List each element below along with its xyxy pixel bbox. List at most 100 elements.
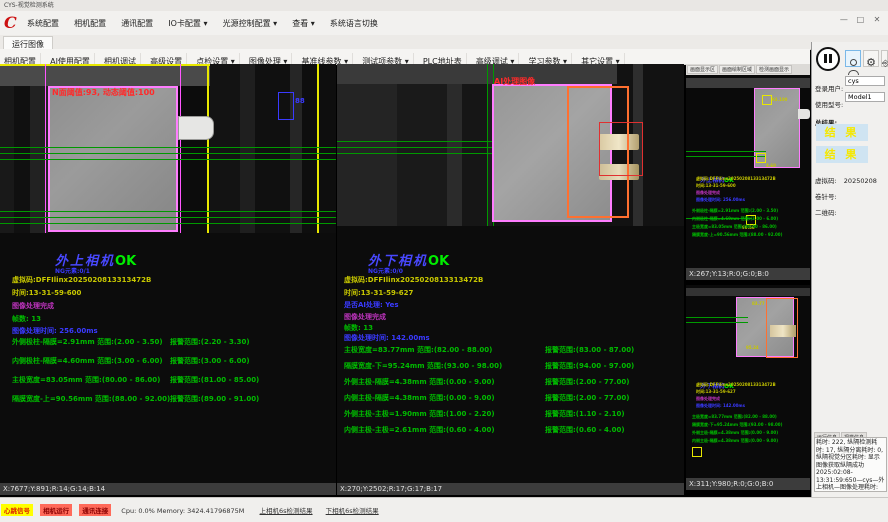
menu-language-switch[interactable]: 系统语言切换	[325, 11, 383, 29]
roi-orange-rect	[766, 298, 798, 358]
mini-process-time: 图像处理时间: 142.00ms	[696, 403, 745, 409]
measure-line	[0, 147, 336, 148]
measurement-alarm: 报警范围:(2.00 - 77.00)	[545, 377, 629, 387]
machinery-band	[337, 64, 617, 84]
guide-line-v1	[207, 64, 209, 233]
pause-button[interactable]	[816, 47, 840, 71]
tab-connector	[798, 109, 810, 119]
measurement-row: 外侧极柱-隔膜=2.91mm 范围:(2.00 - 3.50) 报警范围:(2.…	[0, 337, 336, 347]
measurement-alarm: 报警范围:(2.20 - 3.30)	[170, 337, 250, 347]
settings-button[interactable]: ⚙	[863, 50, 879, 67]
tab-connector	[178, 116, 214, 140]
panel-tab-draw[interactable]: 画面绘制区域	[719, 65, 755, 74]
info-tab-strip: 运行信息视觉信息报警信息	[814, 424, 888, 436]
capture-time: 时间:13-31-59-600	[12, 288, 81, 298]
mini-process-time: 图像处理时间: 256.00ms	[696, 197, 745, 203]
measurement-row: 外侧主极-隔膜=4.38mm 范围:(0.00 - 9.00) 报警范围:(2.…	[337, 377, 684, 387]
result-ok: OK	[428, 254, 449, 269]
measurement-text: 隔膜宽度-上=90.56mm 范围:(88.00 - 92.00)	[12, 394, 170, 404]
app-window: CYS-视觉检测系统 C 系统配置 相机配置 通讯配置 IO卡配置 ▾ 光源控制…	[0, 0, 888, 522]
app-logo-icon: C	[4, 13, 17, 32]
mini-measurement: 内侧极柱-隔膜=4.60mm 范围:(3.00 - 6.00)	[692, 216, 778, 222]
measure-line-v	[487, 64, 488, 226]
menu-view[interactable]: 查看 ▾	[287, 11, 320, 29]
measure-line	[686, 317, 748, 318]
mini-measurement: 外侧极柱-隔膜=2.91mm 范围:(2.00 - 3.50)	[692, 208, 778, 214]
mini-measurement: 主极宽度=83.77mm 范围:(82.00 - 88.00)	[692, 414, 777, 420]
marker-label: 83.77	[752, 301, 765, 306]
measurement-text: 外侧极柱-隔膜=2.91mm 范围:(2.00 - 3.50)	[12, 337, 163, 347]
machinery-band	[686, 288, 810, 296]
pause-bar	[829, 54, 832, 63]
tab-strip: 运行图像	[0, 35, 888, 50]
maximize-button[interactable]: □	[853, 15, 867, 24]
left-camera-view[interactable]: N面阈值:93, 动态阈值:100 88 外上相机OK NG元素:0/1 虚拟码…	[0, 64, 336, 483]
edge-line-left	[45, 64, 46, 233]
machinery-band	[686, 78, 810, 88]
status-bar: 心跳信号 相机运行 通讯连接 Cpu: 0.0% Memory: 3424.41…	[0, 497, 888, 522]
process-time: 图像处理时间: 256.00ms	[12, 326, 98, 336]
panel-tab-strip: 画面显示区画面绘制区域检测画面显示	[686, 64, 810, 75]
measurement-alarm: 报警范围:(94.00 - 97.00)	[545, 361, 634, 371]
frame-count: 帧数: 13	[12, 314, 41, 324]
qr-row: 二维码:	[815, 200, 887, 212]
mini-capture-time: 时间:13-31-59-627	[696, 389, 736, 395]
panel-tab-display[interactable]: 画面显示区	[687, 65, 718, 74]
menu-items: 系统配置 相机配置 通讯配置 IO卡配置 ▾ 光源控制配置 ▾ 查看 ▾ 系统语…	[22, 11, 383, 30]
measurement-alarm: 报警范围:(89.00 - 91.00)	[170, 394, 259, 404]
measurement-alarm: 报警范围:(0.60 - 4.00)	[545, 425, 625, 435]
measurement-alarm: 报警范围:(2.00 - 77.00)	[545, 393, 629, 403]
menu-io-config[interactable]: IO卡配置 ▾	[163, 11, 212, 29]
model-input[interactable]	[845, 92, 885, 102]
menu-system-config[interactable]: 系统配置	[22, 11, 64, 29]
marker-label: 95.24	[746, 345, 759, 350]
logout-button[interactable]: ⎆	[881, 50, 888, 67]
menu-camera-config[interactable]: 相机配置	[69, 11, 111, 29]
close-button[interactable]: ✕	[870, 15, 884, 24]
measurement-row: 主极宽度=83.05mm 范围:(80.00 - 86.00) 报警范围:(81…	[0, 375, 336, 385]
measure-line	[0, 153, 336, 154]
left-view-statusbar: X:7677;Y:891;R:14;G:14;B:14	[0, 483, 336, 495]
user-mode-button[interactable]	[845, 50, 861, 67]
small-bottom-view[interactable]: 83.77 95.24 外下相机OK 虚拟码:DFFIlinx202502081…	[686, 285, 810, 478]
pin-row: 卷针号:	[815, 184, 887, 196]
upper-camera-result-link[interactable]: 上相机6s检测结果	[260, 507, 313, 515]
lower-camera-result-link[interactable]: 下相机6s检测结果	[326, 507, 379, 515]
minimize-button[interactable]: —	[837, 15, 851, 24]
comm-indicator: 通讯连接	[79, 504, 111, 516]
measure-line	[0, 159, 336, 160]
virtual-code-row: 虚拟码: 20250208	[815, 168, 887, 180]
measurement-row: 隔膜宽度-上=90.56mm 范围:(88.00 - 92.00) 报警范围:(…	[0, 394, 336, 404]
menu-bar: C 系统配置 相机配置 通讯配置 IO卡配置 ▾ 光源控制配置 ▾ 查看 ▾ 系…	[0, 11, 888, 36]
person-body-icon	[848, 70, 859, 75]
camera-run-indicator: 相机运行	[40, 504, 72, 516]
small-top-view[interactable]: 93.100 4.60 90.56 外上相机OK 虚拟码:DFFIlinx202…	[686, 75, 810, 268]
process-done: 图像处理完成	[12, 301, 54, 311]
log-textarea[interactable]: 耗时: 222, 纵隔检测耗时: 17, 纵隔分离耗时: 0, 纵隔视觉分区耗时…	[814, 437, 887, 492]
bottom-camera-view[interactable]: AI处理图像 外下相机OK NG元素:0/0 虚拟码:DFFIlinx20250…	[337, 64, 684, 483]
ai-processed-flag: 是否AI处理: Yes	[344, 300, 399, 310]
measurement-row: 内侧主极-主极=2.61mm 范围:(0.60 - 4.00) 报警范围:(0.…	[337, 425, 684, 435]
blue-marker-box	[278, 92, 294, 120]
measurement-text: 主极宽度=83.77mm 范围:(82.00 - 88.00)	[344, 345, 492, 355]
measurement-text: 内侧主极-主极=2.61mm 范围:(0.60 - 4.00)	[344, 425, 495, 435]
measurement-row: 外侧主极-主极=1.90mm 范围:(1.00 - 2.20) 报警范围:(1.…	[337, 409, 684, 419]
result-badge-bottom: 结 果	[816, 146, 868, 163]
login-user-input[interactable]	[845, 76, 885, 86]
measurement-alarm: 报警范围:(1.10 - 2.10)	[545, 409, 625, 419]
process-done: 图像处理完成	[344, 312, 386, 322]
machinery-band	[0, 64, 210, 86]
measurement-text: 隔膜宽度-下=95.24mm 范围:(93.00 - 98.00)	[344, 361, 502, 371]
guide-line-v2	[317, 64, 319, 233]
person-icon	[850, 59, 857, 66]
result-ok: OK	[115, 254, 136, 269]
measurement-text: 外侧主极-隔膜=4.38mm 范围:(0.00 - 9.00)	[344, 377, 495, 387]
menu-light-config[interactable]: 光源控制配置 ▾	[218, 11, 283, 29]
login-user-row: 登录用户:	[815, 76, 887, 88]
ai-image-overlay: AI处理图像	[494, 76, 535, 87]
measure-line	[686, 151, 766, 152]
menu-comm-config[interactable]: 通讯配置	[116, 11, 158, 29]
window-controls: — □ ✕	[837, 15, 884, 24]
frame-count: 帧数: 13	[344, 323, 373, 333]
panel-tab-detect[interactable]: 检测画面显示	[756, 65, 792, 74]
